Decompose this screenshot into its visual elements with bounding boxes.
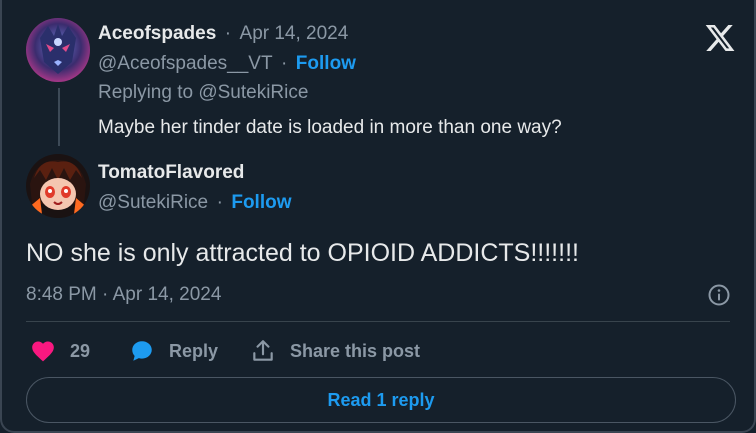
parent-display-name[interactable]: Aceofspades	[98, 23, 216, 44]
parent-handle-separator: ·	[281, 53, 288, 74]
main-tweet-timestamp[interactable]: 8:48 PM · Apr 14, 2024	[26, 285, 221, 304]
x-logo-icon[interactable]	[704, 22, 736, 54]
main-follow-button[interactable]: Follow	[231, 192, 291, 213]
replying-to-label: Replying to @SutekiRice	[98, 82, 309, 103]
main-handle-separator: ·	[216, 192, 223, 213]
like-button[interactable]: 29	[30, 338, 90, 364]
main-tweet-text: NO she is only attracted to OPIOID ADDIC…	[26, 239, 579, 267]
share-label: Share this post	[290, 340, 421, 361]
parent-tweet-text: Maybe her tinder date is loaded in more …	[98, 117, 562, 138]
reply-button[interactable]: Reply	[129, 338, 218, 364]
avatar-tomatoflavored[interactable]	[26, 154, 90, 218]
parent-handle[interactable]: @Aceofspades__VT	[98, 53, 273, 74]
info-icon[interactable]	[707, 283, 731, 307]
like-count: 29	[70, 340, 91, 361]
parent-date[interactable]: Apr 14, 2024	[240, 23, 349, 44]
parent-handle-row: @Aceofspades__VT · Follow	[98, 54, 356, 73]
parent-follow-button[interactable]: Follow	[296, 53, 356, 74]
parent-separator: ·	[224, 23, 232, 44]
main-handle-row: @SutekiRice · Follow	[98, 193, 292, 212]
tweet-embed-card: Aceofspades · Apr 14, 2024 @Aceofspades_…	[0, 0, 756, 433]
share-icon	[253, 340, 273, 361]
reply-bubble-icon	[132, 341, 152, 361]
main-handle[interactable]: @SutekiRice	[98, 192, 208, 213]
share-button[interactable]: Share this post	[250, 338, 420, 364]
heart-icon	[32, 341, 54, 362]
thread-connector-line	[58, 88, 60, 146]
avatar-aceofspades[interactable]	[26, 18, 90, 82]
reply-label: Reply	[169, 340, 219, 361]
read-replies-button[interactable]: Read 1 reply	[26, 377, 736, 423]
main-display-name[interactable]: TomatoFlavored	[98, 163, 244, 182]
parent-header: Aceofspades · Apr 14, 2024	[98, 24, 348, 43]
action-divider	[26, 321, 730, 322]
